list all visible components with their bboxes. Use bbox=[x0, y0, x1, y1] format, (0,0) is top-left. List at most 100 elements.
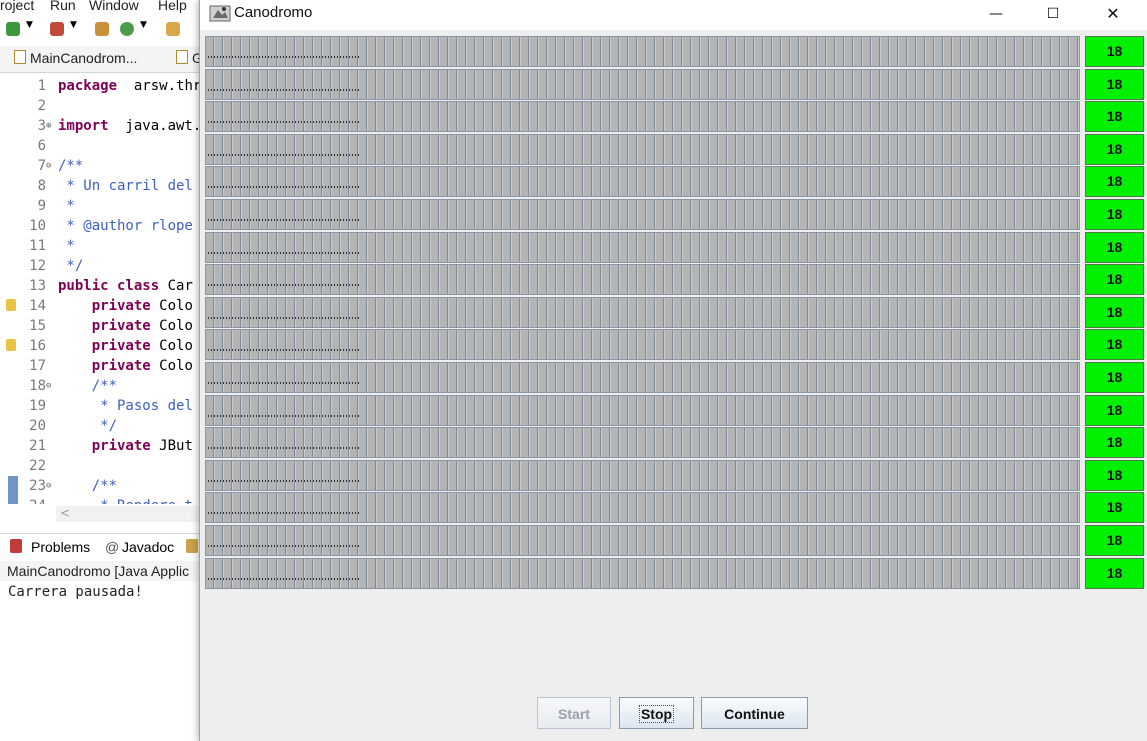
code-token: Colo bbox=[150, 298, 193, 314]
race-lane bbox=[205, 492, 1080, 524]
lane-counter: 18 bbox=[1085, 296, 1144, 328]
code-token: private bbox=[91, 338, 151, 354]
menu-help[interactable]: Help bbox=[158, 0, 187, 13]
menu-project[interactable]: roject bbox=[0, 0, 34, 13]
lane-counter: 18 bbox=[1085, 362, 1144, 393]
race-lane bbox=[205, 68, 1080, 100]
lane-counter: 18 bbox=[1085, 525, 1144, 556]
lane-counter: 18 bbox=[1085, 133, 1144, 165]
maximize-button[interactable]: ☐ bbox=[1030, 0, 1076, 30]
ide-toolbar: ▼ ▼ ▼ bbox=[0, 18, 200, 42]
new-class-icon[interactable] bbox=[120, 22, 134, 36]
line-number: 20 bbox=[29, 418, 46, 434]
line-number: 12 bbox=[29, 258, 46, 274]
canodromo-window: Canodromo — ☐ ✕ Start Stop Continue 18 18… bbox=[199, 0, 1147, 741]
code-editor[interactable]: 1 package arsw.thr 2 3 ⊕ import java.awt. 6 7 ⊖ /… bbox=[0, 74, 200, 504]
lane-start-dots bbox=[208, 512, 360, 515]
change-marker bbox=[8, 476, 18, 496]
code-text: * @author rlope bbox=[58, 216, 193, 236]
continue-button[interactable]: Continue bbox=[701, 697, 808, 729]
lane-start-dots bbox=[208, 251, 360, 254]
open-folder-icon[interactable] bbox=[166, 22, 180, 36]
code-token: Car bbox=[159, 278, 193, 294]
tab-javadoc[interactable]: Javadoc bbox=[122, 539, 174, 555]
editor-tabs: MainCanodrom... G bbox=[0, 46, 203, 73]
code-token: arsw.thr bbox=[117, 78, 200, 94]
warning-icon[interactable] bbox=[6, 299, 16, 311]
chevron-down-icon[interactable]: ▼ bbox=[70, 20, 77, 34]
line-number: 9 bbox=[37, 198, 46, 214]
fold-icon[interactable]: ⊖ bbox=[46, 156, 51, 176]
warning-icon[interactable] bbox=[6, 339, 16, 351]
tab-problems[interactable]: Problems bbox=[31, 539, 90, 555]
code-token: Colo bbox=[150, 318, 193, 334]
code-token: /** bbox=[58, 478, 118, 494]
start-button[interactable]: Start bbox=[537, 697, 611, 729]
code-token: private bbox=[91, 318, 151, 334]
run-external-icon[interactable] bbox=[50, 22, 64, 36]
race-lane bbox=[205, 525, 1080, 556]
lane-counter: 18 bbox=[1085, 459, 1144, 491]
race-lane bbox=[205, 459, 1080, 491]
code-text: import java.awt. bbox=[58, 116, 200, 136]
code-token: /** bbox=[58, 158, 84, 174]
tab-maincanodromo[interactable]: MainCanodrom... bbox=[14, 50, 137, 70]
new-package-icon[interactable] bbox=[95, 22, 109, 36]
ide-menubar: roject Run Window Help bbox=[0, 0, 200, 14]
line-number: 23 bbox=[29, 478, 46, 494]
code-text: * Rendere t bbox=[58, 496, 193, 504]
code-token: * Pasos del bbox=[58, 398, 193, 414]
chevron-down-icon[interactable]: ▼ bbox=[140, 20, 147, 34]
code-line: 15 private Colo bbox=[0, 316, 200, 336]
java-app-icon bbox=[209, 5, 231, 22]
code-line: 2 bbox=[0, 96, 200, 116]
fold-icon[interactable]: ⊖ bbox=[46, 476, 51, 496]
scroll-left-icon[interactable]: < bbox=[60, 506, 70, 520]
lane-counter: 18 bbox=[1085, 68, 1144, 100]
line-number: 2 bbox=[37, 98, 46, 114]
race-lane bbox=[205, 557, 1080, 589]
stop-button[interactable]: Stop bbox=[619, 697, 694, 729]
race-lane bbox=[205, 329, 1080, 361]
line-number: 13 bbox=[29, 278, 46, 294]
debug-icon[interactable] bbox=[6, 22, 20, 36]
race-lane bbox=[205, 199, 1080, 230]
window-title: Canodromo bbox=[234, 4, 313, 21]
line-number: 21 bbox=[29, 438, 46, 454]
code-text: private Colo bbox=[58, 316, 193, 336]
lane-counter: 18 bbox=[1085, 36, 1144, 67]
close-button[interactable]: ✕ bbox=[1090, 0, 1136, 30]
menu-run[interactable]: Run bbox=[50, 0, 76, 13]
minimize-button[interactable]: — bbox=[973, 0, 1019, 30]
editor-horizontal-scrollbar[interactable]: < bbox=[56, 506, 202, 522]
chevron-down-icon[interactable]: ▼ bbox=[26, 20, 33, 34]
race-lane bbox=[205, 394, 1080, 426]
line-number: 6 bbox=[37, 138, 46, 154]
code-line: 18 ⊖ /** bbox=[0, 376, 200, 396]
lane-start-dots bbox=[208, 447, 360, 450]
code-line: 19 * Pasos del bbox=[0, 396, 200, 416]
menu-window[interactable]: Window bbox=[89, 0, 139, 13]
fold-icon[interactable]: ⊕ bbox=[46, 116, 51, 136]
code-line: 13 public class Car bbox=[0, 276, 200, 296]
code-token: Colo bbox=[150, 338, 193, 354]
code-line: 6 bbox=[0, 136, 200, 156]
java-file-icon bbox=[14, 50, 26, 64]
line-number: 14 bbox=[29, 298, 46, 314]
fold-icon[interactable]: ⊖ bbox=[46, 376, 51, 396]
window-titlebar[interactable]: Canodromo — ☐ ✕ bbox=[200, 0, 1147, 30]
code-line: 16 private Colo bbox=[0, 336, 200, 356]
lane-start-dots bbox=[208, 88, 360, 91]
code-line: 21 private JBut bbox=[0, 436, 200, 456]
code-text: private JBut bbox=[58, 436, 193, 456]
code-text: */ bbox=[58, 256, 83, 276]
code-token: * bbox=[58, 198, 75, 214]
code-line: 10 * @author rlope bbox=[0, 216, 200, 236]
code-line: 20 */ bbox=[0, 416, 200, 436]
lane-counter: 18 bbox=[1085, 264, 1144, 296]
console-output: Carrera pausada! bbox=[8, 584, 143, 600]
line-number: 24 bbox=[14, 496, 46, 504]
code-line: 1 package arsw.thr bbox=[0, 76, 200, 96]
code-token: * @author rlope bbox=[58, 218, 193, 234]
